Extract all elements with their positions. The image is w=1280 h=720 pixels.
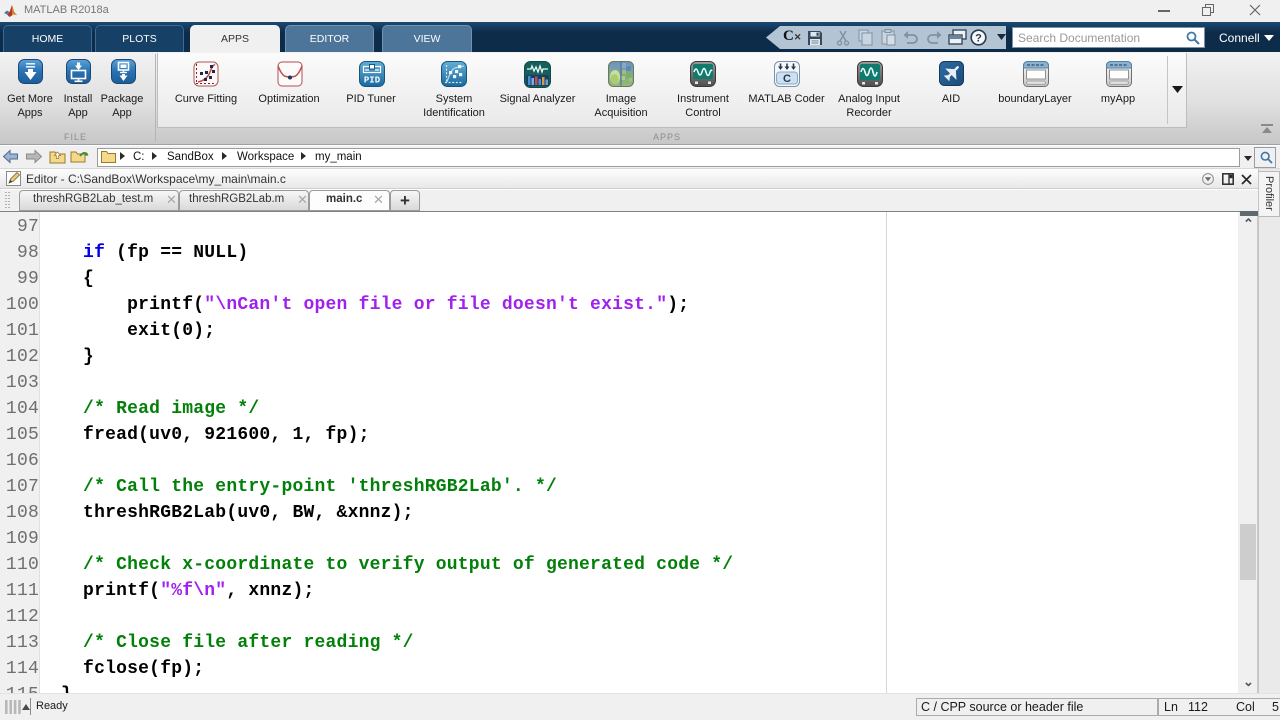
svg-text:PID: PID (364, 76, 381, 86)
svg-text:?: ? (975, 33, 982, 45)
svg-text:C: C (783, 73, 791, 85)
